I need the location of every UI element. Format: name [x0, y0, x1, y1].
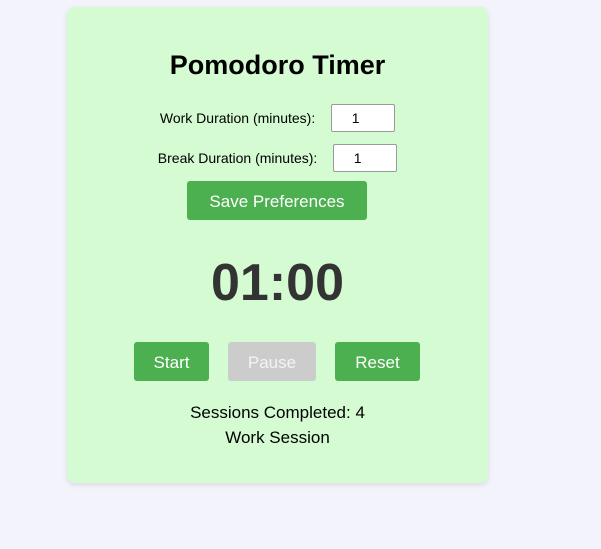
- start-button[interactable]: Start: [134, 342, 209, 381]
- break-duration-label: Break Duration (minutes):: [157, 150, 318, 167]
- timer-display: 01:00: [211, 254, 344, 312]
- work-duration-label: Work Duration (minutes):: [159, 110, 316, 127]
- session-type: Work Session: [225, 428, 330, 447]
- work-duration-row: Work Duration (minutes):: [67, 102, 488, 133]
- pause-button[interactable]: Pause: [228, 342, 316, 381]
- work-duration-input[interactable]: [331, 104, 396, 133]
- page-title: Pomodoro Timer: [169, 50, 386, 80]
- reset-button[interactable]: Reset: [335, 342, 420, 381]
- save-preferences-button[interactable]: Save Preferences: [187, 181, 367, 220]
- break-duration-row: Break Duration (minutes):: [67, 142, 488, 173]
- sessions-completed: Sessions Completed: 4: [190, 403, 365, 422]
- pomodoro-card: Pomodoro Timer Work Duration (minutes): …: [67, 7, 488, 483]
- break-duration-input[interactable]: [333, 144, 398, 173]
